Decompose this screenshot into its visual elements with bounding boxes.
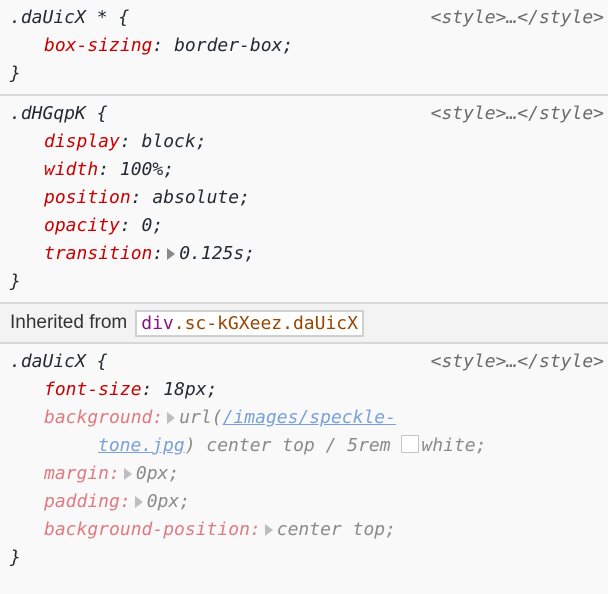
declaration-inactive[interactable]: background-position: center top; [10,516,608,544]
url-link[interactable]: /images/speckle- [223,407,396,428]
property-name[interactable]: width [44,159,98,180]
declaration[interactable]: transition: 0.125s; [10,240,608,268]
url-link-continued[interactable]: tone.jpg [98,435,185,456]
rule-source-link[interactable]: <style>…</style> [431,348,604,376]
property-name[interactable]: margin [44,463,109,484]
rule-selector[interactable]: .dHGqpK { [10,103,108,124]
closing-brace: } [10,547,21,568]
inherited-from-label: Inherited from [10,312,128,333]
color-value[interactable]: white; [421,435,486,456]
property-value[interactable]: 0px; [147,491,190,512]
declaration[interactable]: font-size: 18px; [10,376,608,404]
closing-brace: } [10,271,21,292]
property-value[interactable]: 0px; [136,463,179,484]
rule-selector[interactable]: .daUicX * { [10,7,129,28]
property-value[interactable]: block; [142,131,207,152]
property-value[interactable]: border-box; [174,35,293,56]
property-value[interactable]: 18px; [163,379,217,400]
color-swatch-icon[interactable] [401,435,420,453]
property-name[interactable]: transition [44,243,152,264]
closing-brace: } [10,63,21,84]
expand-triangle-icon[interactable] [123,468,132,480]
property-value[interactable]: 0; [142,215,164,236]
declaration-inactive[interactable]: margin: 0px; [10,460,608,488]
property-value: ) center top / 5rem [184,435,391,456]
declaration[interactable]: display: block; [10,128,608,156]
property-name[interactable]: display [44,131,120,152]
declaration-inactive[interactable]: background: url(/images/speckle- tone.jpg… [10,404,608,460]
property-name[interactable]: background-position [44,519,250,540]
property-name[interactable]: box-sizing [44,35,152,56]
property-name[interactable]: padding [44,491,120,512]
property-value[interactable]: center top; [277,519,396,540]
style-rule: .daUicX * { <style>…</style> box-sizing:… [0,0,608,96]
node-classes: .sc-kGXeez.daUicX [173,312,358,334]
property-name[interactable]: position [44,187,131,208]
declaration[interactable]: opacity: 0; [10,212,608,240]
property-value[interactable]: 100%; [120,159,174,180]
property-name[interactable]: opacity [44,215,120,236]
declaration-inactive[interactable]: padding: 0px; [10,488,608,516]
property-value[interactable]: 0.125s; [179,243,255,264]
expand-triangle-icon[interactable] [134,496,143,508]
property-name[interactable]: font-size [44,379,142,400]
inherited-node-link[interactable]: div.sc-kGXeez.daUicX [135,309,364,337]
declaration[interactable]: position: absolute; [10,184,608,212]
expand-triangle-icon[interactable] [167,248,176,260]
rule-source-link[interactable]: <style>…</style> [431,4,604,32]
expand-triangle-icon[interactable] [167,412,176,424]
property-value[interactable]: absolute; [152,187,250,208]
declaration[interactable]: box-sizing: border-box; [10,32,608,60]
style-rule: .dHGqpK { <style>…</style> display: bloc… [0,96,608,304]
declaration[interactable]: width: 100%; [10,156,608,184]
rule-selector[interactable]: .daUicX { [10,351,108,372]
rule-source-link[interactable]: <style>…</style> [431,100,604,128]
style-rule: .daUicX { <style>…</style> font-size: 18… [0,344,608,578]
node-tag: div [141,312,174,334]
expand-triangle-icon[interactable] [264,524,273,536]
url-prefix: url( [179,407,223,428]
inherited-from-header: Inherited from div.sc-kGXeez.daUicX [0,304,608,344]
styles-pane: .daUicX * { <style>…</style> box-sizing:… [0,0,608,578]
property-name[interactable]: background [44,407,152,428]
